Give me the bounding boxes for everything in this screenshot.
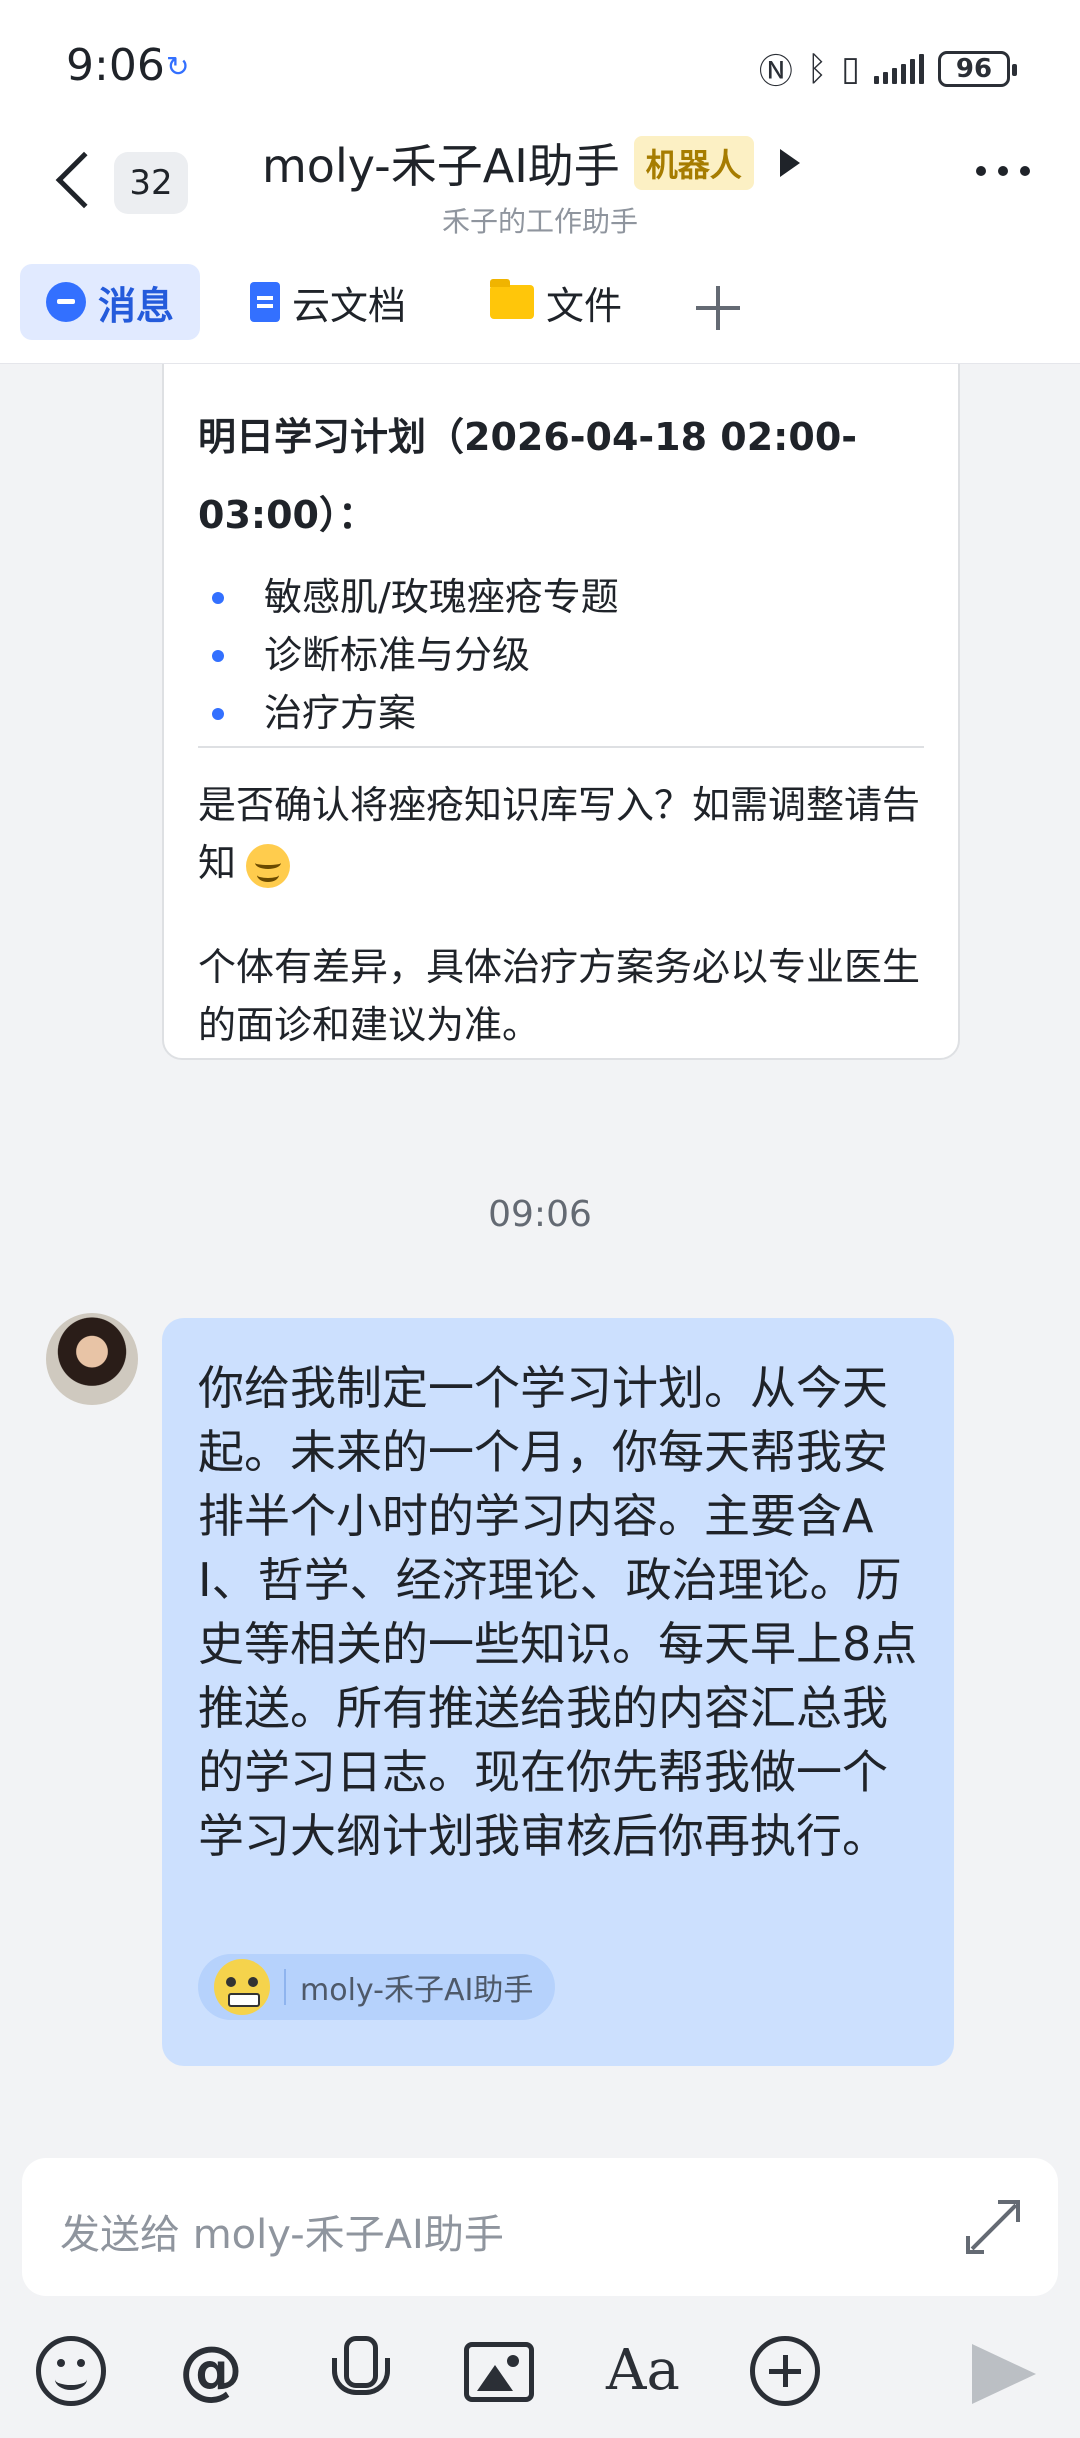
message-timestamp: 09:06 <box>488 1194 592 1235</box>
emoji-icon[interactable] <box>36 2336 106 2406</box>
smile-emoji-icon <box>246 843 291 888</box>
tab-label: 消息 <box>97 283 174 328</box>
tab-label: 文件 <box>546 283 623 328</box>
status-time: 9:06 <box>66 40 165 91</box>
user-message-bubble[interactable]: 你给我制定一个学习计划。从今天起。未来的一个月，你每天帮我安排半个小时的学习内容… <box>162 1318 954 2066</box>
folder-icon <box>490 279 534 319</box>
chip-separator <box>284 1969 286 2005</box>
text-format-icon[interactable]: Aa <box>606 2336 680 2406</box>
microphone-icon[interactable] <box>322 2336 392 2406</box>
input-placeholder: 发送给 moly-禾子AI助手 <box>60 2212 504 2258</box>
tab-messages[interactable]: 消息 <box>20 264 200 340</box>
plan-title: 明日学习计划（2026-04-18 02:00-03:00）： <box>198 415 858 537</box>
user-message-text: 你给我制定一个学习计划。从今天起。未来的一个月，你每天帮我安排半个小时的学习内容… <box>198 1361 918 1863</box>
vibrate-icon: ▯ <box>841 48 860 89</box>
add-more-icon[interactable] <box>750 2336 820 2406</box>
mention-label: moly-禾子AI助手 <box>300 1973 534 2008</box>
send-icon[interactable] <box>972 2336 1038 2406</box>
user-avatar[interactable] <box>46 1313 138 1405</box>
message-icon <box>45 282 86 322</box>
confirm-text: 是否确认将痤疮知识库写入？如需调整请告知 <box>198 783 921 885</box>
play-icon[interactable] <box>779 149 800 177</box>
list-item: 敏感肌/玫瑰痤疮专题 <box>198 568 619 626</box>
confirm-text-block: 是否确认将痤疮知识库写入？如需调整请告知 <box>198 776 928 892</box>
divider <box>198 746 924 748</box>
doc-icon <box>250 282 280 322</box>
chat-header: 32 moly-禾子AI助手 机器人 禾子的工作助手 <box>0 120 1080 260</box>
bluetooth-icon: ᛒ <box>806 48 828 89</box>
status-icons: Ⓝ ᛒ ▯ 96 <box>758 44 1017 93</box>
signal-icon <box>874 53 924 84</box>
chat-tabs: 消息 云文档 文件 <box>0 260 1080 364</box>
image-icon[interactable] <box>464 2342 534 2402</box>
list-item: 治疗方案 <box>198 684 619 742</box>
tab-label: 云文档 <box>292 283 407 328</box>
disclaimer-text: 个体有差异，具体治疗方案务必以专业医生的面诊和建议为准。 <box>198 945 921 1047</box>
mention-icon[interactable]: @ <box>176 2336 246 2406</box>
expand-icon[interactable] <box>966 2200 1020 2254</box>
list-item: 诊断标准与分级 <box>198 626 619 684</box>
plan-bullets: 敏感肌/玫瑰痤疮专题 诊断标准与分级 治疗方案 <box>198 568 619 742</box>
tab-cloud-docs[interactable]: 云文档 <box>250 264 406 340</box>
chat-title[interactable]: moly-禾子AI助手 <box>262 130 620 196</box>
sync-icon: ↻ <box>166 50 190 83</box>
tab-files[interactable]: 文件 <box>490 264 622 340</box>
bot-avatar-icon <box>214 1959 270 2015</box>
message-composer: 发送给 moly-禾子AI助手 @ Aa <box>0 2140 1080 2438</box>
status-bar: 9:06 ↻ Ⓝ ᛒ ▯ 96 <box>0 0 1080 120</box>
chat-subtitle: 禾子的工作助手 <box>441 205 638 238</box>
bot-tag: 机器人 <box>633 136 754 190</box>
chat-title-row[interactable]: moly-禾子AI助手 机器人 <box>262 130 800 196</box>
battery-indicator: 96 <box>938 50 1017 87</box>
composer-toolbar: @ Aa <box>0 2330 1080 2420</box>
mention-chip[interactable]: moly-禾子AI助手 <box>198 1954 556 2020</box>
nfc-icon: Ⓝ <box>758 52 793 92</box>
add-tab-icon[interactable] <box>696 286 740 330</box>
more-options-icon[interactable] <box>976 166 1030 176</box>
message-input[interactable]: 发送给 moly-禾子AI助手 <box>22 2158 1058 2296</box>
bot-message-card: 明日学习计划（2026-04-18 02:00-03:00）： 敏感肌/玫瑰痤疮… <box>162 364 960 1060</box>
message-list[interactable]: 明日学习计划（2026-04-18 02:00-03:00）： 敏感肌/玫瑰痤疮… <box>0 364 1080 2140</box>
